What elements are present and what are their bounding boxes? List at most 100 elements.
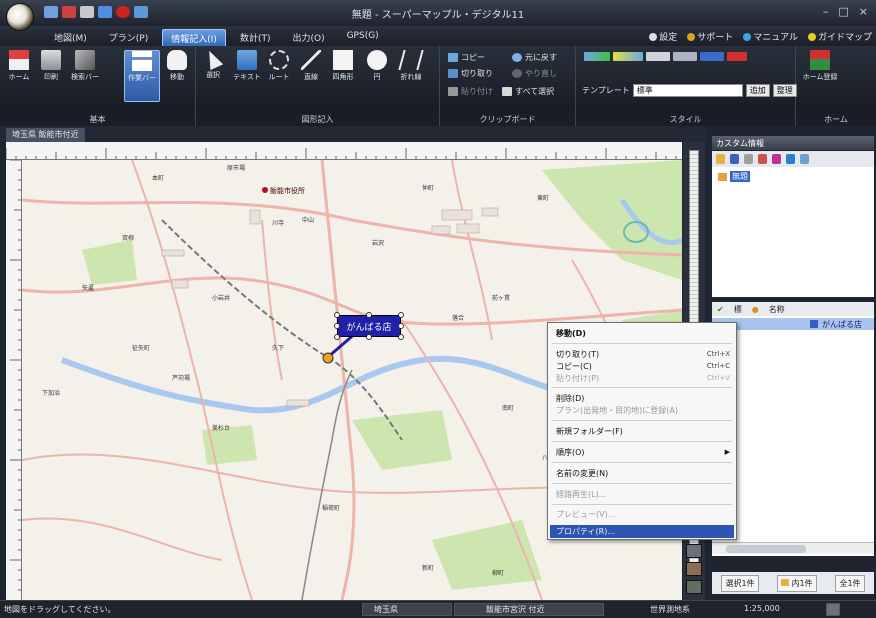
grid-icon[interactable] (800, 154, 809, 164)
list-header: ✔ 標 ● 名称 (712, 302, 874, 316)
menu-item-new-folder[interactable]: 新規フォルダー(F) (556, 425, 730, 437)
menu-item-copy[interactable]: コピー(C) Ctrl+C (556, 360, 730, 372)
menu-item-route-playback[interactable]: 経路再生(L)... (556, 488, 730, 500)
menu-separator (552, 441, 732, 442)
pattern-icon[interactable] (673, 52, 697, 61)
selected-count-button[interactable]: 選択1件 (721, 574, 759, 592)
menu-separator (552, 483, 732, 484)
move-button[interactable]: 移動 (162, 50, 192, 82)
menu-item-preview[interactable]: プレビュー(V)... (556, 508, 730, 520)
store-icon (810, 320, 818, 328)
horizontal-scrollbar[interactable] (712, 542, 874, 554)
line-style-icon[interactable] (646, 52, 670, 61)
menu-item-paste[interactable]: 貼り付け(P) Ctrl+V (556, 372, 730, 384)
city-hall-label: 飯能市役所 (270, 187, 305, 195)
select-button[interactable]: 選択 (198, 47, 228, 80)
line-button[interactable]: 直線 (296, 50, 326, 82)
shadow-icon[interactable] (700, 52, 724, 61)
ribbon-group-home: ホーム登録 ホーム (796, 46, 876, 126)
menu-item-register-plan[interactable]: プラン(出発地・目的地)に登録(A) (556, 404, 730, 416)
group-label-home: ホーム (796, 113, 876, 126)
city-hall-marker[interactable] (262, 187, 268, 193)
status-pref: 埼玉県 (374, 605, 398, 614)
menu-item-properties[interactable]: プロパティ(R)... (550, 525, 734, 538)
fill-icon[interactable] (613, 52, 643, 61)
rectangle-button[interactable]: 四角形 (328, 50, 358, 82)
resize-handle[interactable] (366, 334, 372, 340)
undo-button[interactable]: 元に戻す (512, 52, 557, 63)
folder-icon[interactable] (716, 154, 725, 164)
store-pin[interactable] (322, 352, 334, 364)
inside-count-button[interactable]: 内1件 (777, 574, 817, 592)
home-button[interactable]: ホーム (4, 50, 34, 82)
paste-button[interactable]: 貼り付け (448, 86, 493, 97)
home-register-button[interactable]: ホーム登録 (802, 50, 838, 82)
cut-button[interactable]: 切り取り (448, 68, 493, 79)
overview-tool-icon[interactable] (686, 580, 702, 594)
add-template-button[interactable]: 追加 (745, 84, 770, 97)
resize-handle[interactable] (334, 312, 340, 318)
column-mark[interactable]: 標 (729, 304, 747, 315)
map-place-label: 小岩井 (212, 294, 230, 302)
support-link[interactable]: サポート (687, 30, 733, 43)
scroll-thumb[interactable] (726, 545, 806, 553)
maximize-button[interactable]: □ (838, 5, 848, 18)
polyline-button[interactable]: 折れ線 (396, 50, 426, 82)
total-count-button[interactable]: 全1件 (835, 574, 865, 592)
resize-handle[interactable] (398, 323, 404, 329)
menu-item-order[interactable]: 順序(O) ▶ (556, 446, 730, 458)
red-style-icon[interactable] (727, 52, 747, 61)
close-button[interactable]: × (859, 5, 868, 18)
status-area: 飯能市宮沢 付近 (486, 605, 545, 614)
resize-handle[interactable] (366, 312, 372, 318)
layer-tool-icon[interactable] (686, 562, 702, 576)
copy-button[interactable]: コピー (448, 52, 485, 63)
manual-link[interactable]: マニュアル (743, 30, 798, 43)
column-name[interactable]: 名称 (764, 304, 790, 315)
settings-link[interactable]: 設定 (649, 30, 677, 43)
work-bar-button[interactable]: 作業バー (124, 50, 160, 102)
select-all-button[interactable]: すべて選択 (502, 86, 554, 97)
minimize-button[interactable]: – (823, 5, 829, 18)
grid-tool-icon[interactable] (686, 544, 702, 558)
app-logo-icon[interactable] (6, 3, 34, 31)
folder-icon (718, 172, 727, 181)
map-place-label: 川寺 (272, 219, 284, 227)
check-column-icon[interactable]: ✔ (712, 305, 729, 314)
map-place-label: 中山 (302, 216, 314, 224)
menu-item-rename[interactable]: 名前の変更(N) (556, 467, 730, 479)
menu-item-move[interactable]: 移動(D) (556, 327, 730, 339)
tree-root-item[interactable]: 無題 (718, 171, 750, 182)
folder-tree[interactable]: 無題 (712, 167, 874, 297)
search-icon[interactable] (786, 154, 795, 164)
template-select[interactable]: 標準 (632, 84, 743, 97)
status-toggle-icon[interactable] (826, 603, 840, 616)
gear-icon (649, 32, 658, 41)
status-datum: 世界測地系 (650, 605, 690, 614)
document-tab[interactable]: 埼玉県 飯能市付近 (6, 128, 85, 142)
circle-button[interactable]: 円 (362, 50, 392, 82)
redo-button[interactable]: やり直し (512, 68, 557, 79)
route-button[interactable]: ルート (264, 50, 294, 82)
menu-item-delete[interactable]: 削除(D) (556, 392, 730, 404)
line-icon (301, 50, 321, 70)
organize-template-button[interactable]: 整理 (772, 84, 797, 97)
new-item-icon[interactable] (730, 154, 739, 164)
resize-handle[interactable] (334, 323, 340, 329)
resize-handle[interactable] (398, 334, 404, 340)
pin-column-icon[interactable]: ● (747, 305, 764, 314)
text-button[interactable]: テキスト (232, 50, 262, 82)
pin-icon[interactable] (758, 154, 767, 164)
search-bar-button[interactable]: 検索バー (70, 50, 100, 82)
guide-map-link[interactable]: ガイドマップ (807, 30, 872, 43)
hand-icon (167, 50, 187, 70)
help-links: 設定 サポート マニュアル ガイドマップ (649, 30, 872, 43)
resize-handle[interactable] (334, 334, 340, 340)
color-picker-icon[interactable] (584, 52, 610, 61)
window-controls: – □ × (823, 5, 868, 18)
menu-item-cut[interactable]: 切り取り(T) Ctrl+X (556, 348, 730, 360)
print-button[interactable]: 印刷 (36, 50, 66, 82)
resize-handle[interactable] (398, 312, 404, 318)
undo-icon[interactable] (744, 154, 753, 164)
marker-icon[interactable] (772, 154, 781, 164)
